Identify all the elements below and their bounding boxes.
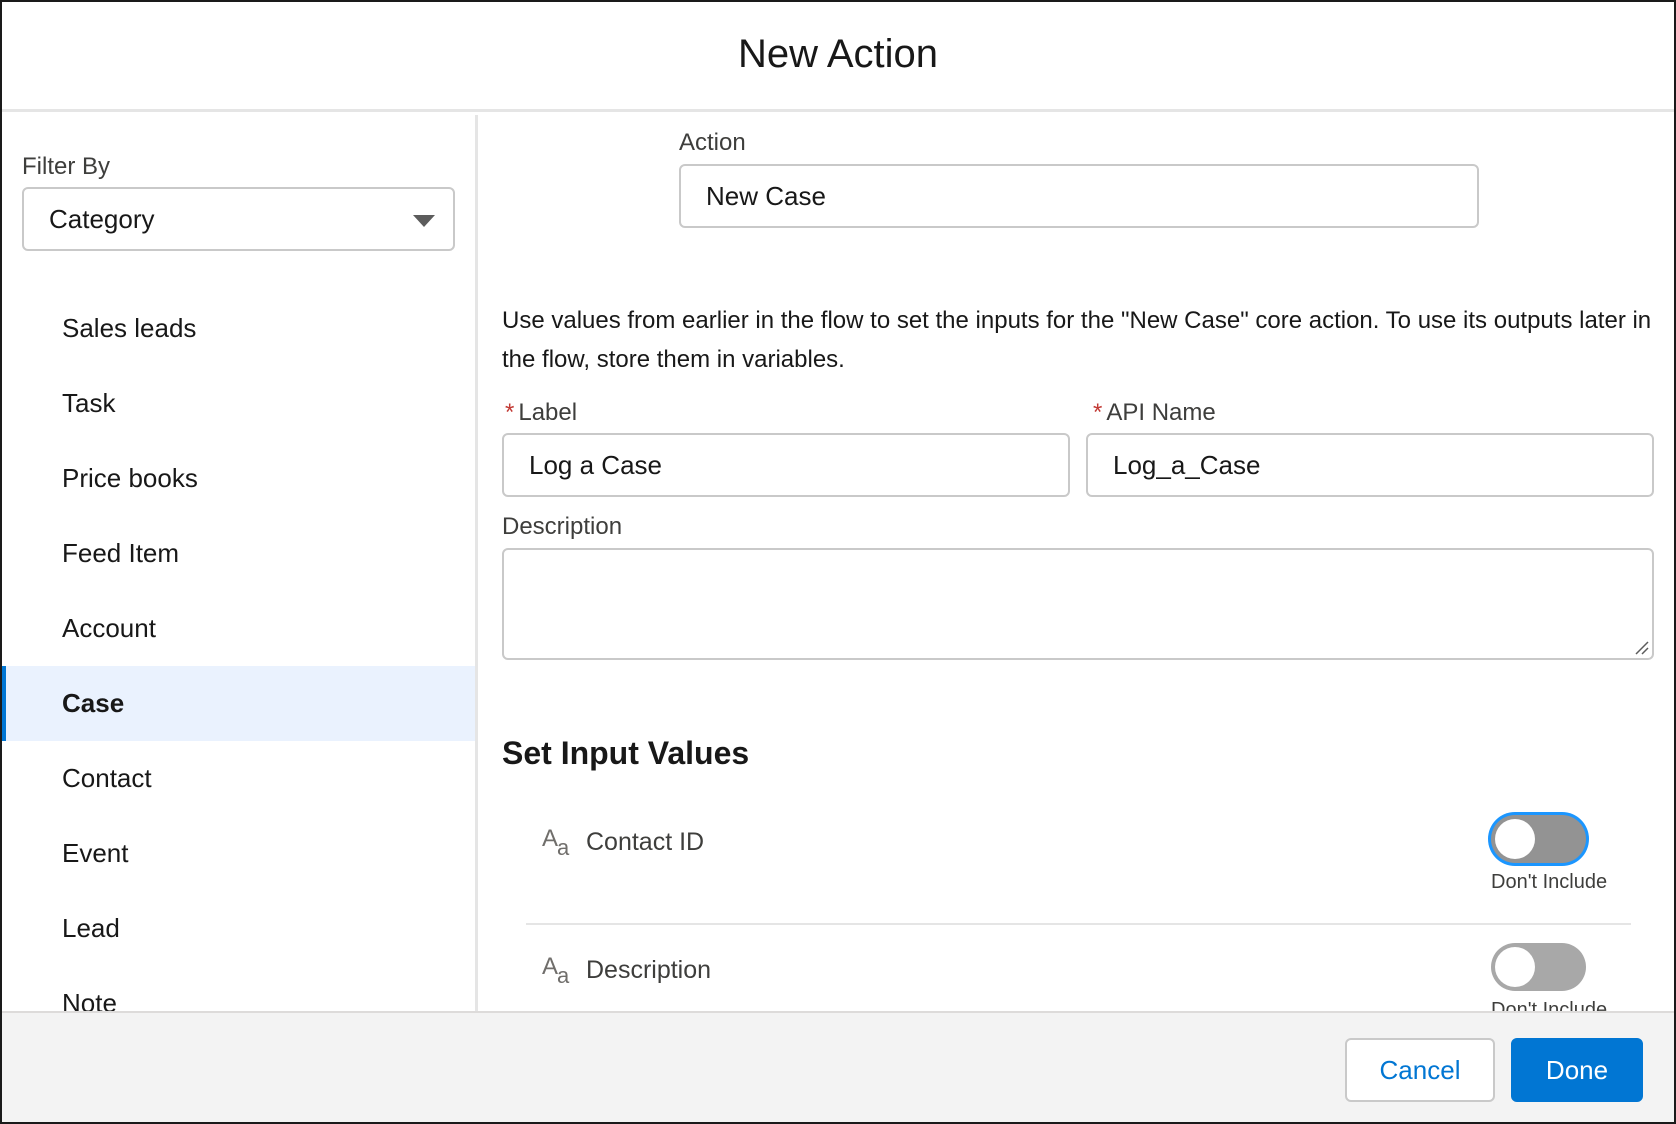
label-field-label-text: Label bbox=[518, 399, 578, 426]
required-mark: * bbox=[505, 399, 515, 426]
category-item[interactable]: Account bbox=[2, 591, 475, 666]
text-type-icon: Aa bbox=[542, 825, 570, 860]
category-item[interactable]: Task bbox=[2, 366, 475, 441]
include-toggle[interactable] bbox=[1491, 815, 1586, 863]
action-input[interactable]: New Case bbox=[679, 164, 1479, 228]
label-input[interactable]: Log a Case bbox=[502, 433, 1070, 497]
required-mark: * bbox=[1093, 399, 1103, 426]
label-field-label: * Label bbox=[505, 399, 577, 427]
filter-label: Filter By bbox=[22, 153, 111, 180]
api-name-field-label-text: API Name bbox=[1106, 399, 1216, 426]
done-button[interactable]: Done bbox=[1511, 1038, 1643, 1102]
filter-select[interactable]: Category bbox=[22, 187, 455, 251]
category-item[interactable]: Feed Item bbox=[2, 516, 475, 591]
cancel-button[interactable]: Cancel bbox=[1345, 1038, 1495, 1102]
toggle-status-text: Don't Include bbox=[1491, 871, 1608, 893]
category-item-active[interactable]: Case bbox=[2, 666, 475, 741]
resize-handle-icon[interactable] bbox=[1632, 638, 1650, 656]
new-action-modal: New Action Filter By Category Sales lead… bbox=[0, 0, 1676, 1124]
input-row-label: Description bbox=[586, 956, 712, 984]
modal-title: New Action bbox=[737, 32, 939, 76]
filter-select-value: Category bbox=[49, 203, 155, 234]
category-item[interactable]: Note bbox=[2, 966, 475, 1011]
api-name-input[interactable]: Log_a_Case bbox=[1086, 433, 1654, 497]
category-item[interactable]: Contact bbox=[2, 741, 475, 816]
category-list: Sales leads Task Price books Feed Item A… bbox=[2, 291, 475, 1011]
set-input-values-heading: Set Input Values bbox=[502, 735, 750, 771]
description-textarea[interactable] bbox=[502, 548, 1654, 660]
help-text: Use values from earlier in the flow to s… bbox=[502, 307, 1652, 373]
caret-down-icon bbox=[413, 215, 435, 227]
input-row-description: Aa Description Don't Include bbox=[526, 943, 1626, 1011]
input-row-label: Contact ID bbox=[586, 828, 705, 856]
api-name-field-label: * API Name bbox=[1093, 399, 1216, 427]
input-row-contact-id: Aa Contact ID Don't Include bbox=[526, 815, 1626, 905]
toggle-knob bbox=[1495, 947, 1535, 987]
toggle-status-text: Don't Include bbox=[1491, 999, 1608, 1011]
toggle-knob bbox=[1495, 819, 1535, 859]
category-item[interactable]: Sales leads bbox=[2, 291, 475, 366]
category-item[interactable]: Price books bbox=[2, 441, 475, 516]
action-label: Action bbox=[679, 129, 746, 156]
modal-header: New Action bbox=[2, 2, 1674, 112]
include-toggle[interactable] bbox=[1491, 943, 1586, 991]
category-item[interactable]: Lead bbox=[2, 891, 475, 966]
description-label: Description bbox=[502, 513, 623, 540]
modal-footer: Cancel Done bbox=[2, 1011, 1674, 1122]
text-type-icon: Aa bbox=[542, 953, 570, 988]
category-panel: Filter By Category Sales leads Task Pric… bbox=[2, 115, 478, 1011]
row-divider bbox=[526, 923, 1631, 925]
action-detail-panel: Action New Case Use values from earlier … bbox=[481, 115, 1674, 1011]
category-item[interactable]: Event bbox=[2, 816, 475, 891]
